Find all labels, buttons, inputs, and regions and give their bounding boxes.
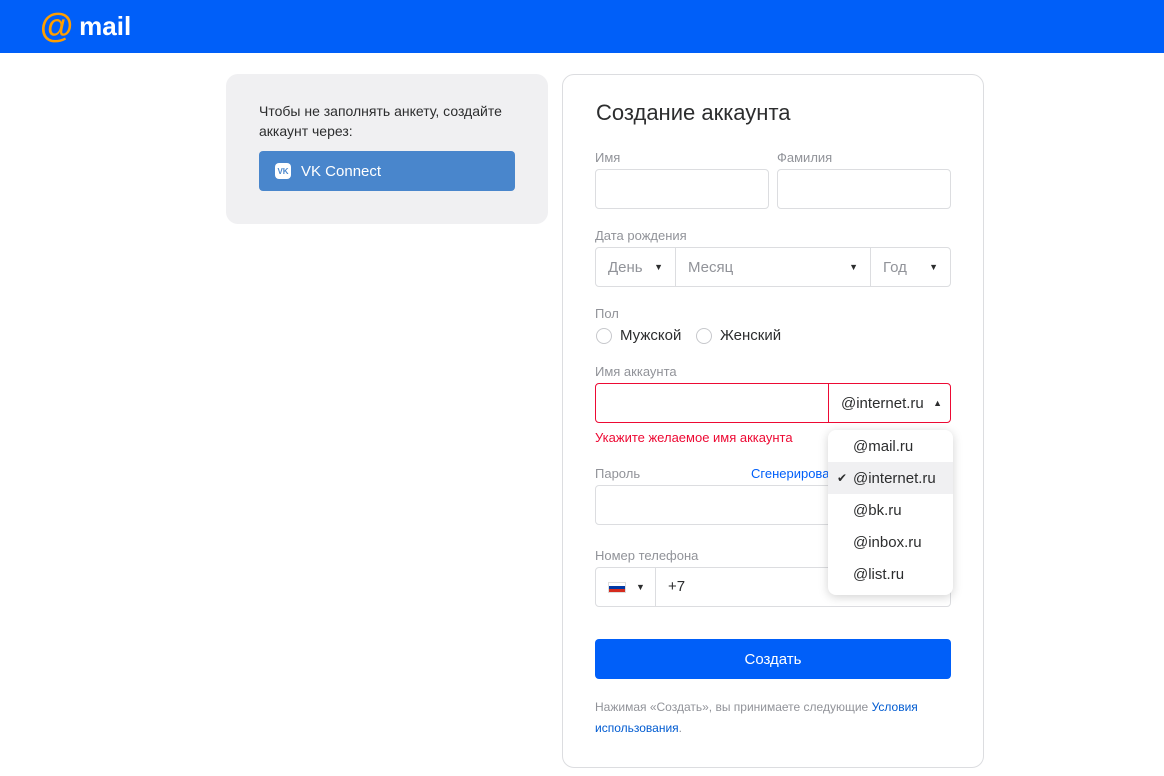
option-label: @mail.ru bbox=[853, 437, 914, 455]
caret-down-icon: ▼ bbox=[654, 262, 663, 272]
logo-at: @ bbox=[40, 7, 74, 45]
mail-logo[interactable]: @ mail bbox=[40, 9, 131, 43]
caret-down-icon: ▼ bbox=[636, 582, 645, 592]
day-select[interactable]: День ▼ bbox=[595, 247, 676, 287]
year-value: Год bbox=[883, 258, 907, 276]
account-error: Укажите желаемое имя аккаунта bbox=[595, 430, 793, 445]
month-value: Месяц bbox=[688, 258, 734, 276]
gender-male-radio[interactable]: Мужской bbox=[596, 327, 681, 344]
header: @ mail bbox=[0, 0, 1164, 53]
domain-option-selected[interactable]: ✔ @internet.ru bbox=[828, 462, 953, 494]
caret-down-icon: ▼ bbox=[849, 262, 858, 272]
terms-end: . bbox=[678, 721, 682, 735]
country-select[interactable]: ▼ bbox=[596, 568, 656, 606]
domain-option[interactable]: @list.ru bbox=[828, 558, 953, 590]
vk-connect-label: VK Connect bbox=[301, 162, 382, 180]
account-name-input[interactable] bbox=[596, 384, 829, 422]
domain-value: @internet.ru bbox=[841, 394, 924, 412]
caret-down-icon: ▼ bbox=[929, 262, 938, 272]
gender-label: Пол bbox=[595, 306, 619, 321]
last-name-input[interactable] bbox=[777, 169, 951, 209]
terms-prefix: Нажимая «Создать», вы принимаете следующ… bbox=[595, 700, 872, 714]
logo-text: mail bbox=[79, 10, 132, 41]
vk-connect-button[interactable]: VK VK Connect bbox=[259, 151, 515, 191]
last-name-label: Фамилия bbox=[777, 150, 833, 165]
first-name-label: Имя bbox=[595, 150, 621, 165]
social-signup-text: Чтобы не заполнять анкету, создайте акка… bbox=[259, 103, 502, 139]
check-icon: ✔ bbox=[837, 471, 848, 485]
domain-option[interactable]: @bk.ru bbox=[828, 494, 953, 526]
account-name-field: @internet.ru ▲ bbox=[595, 383, 951, 423]
generate-password-link[interactable]: Сгенерирова bbox=[751, 466, 829, 481]
vk-icon: VK bbox=[275, 163, 291, 179]
social-signup-card: Чтобы не заполнять анкету, создайте акка… bbox=[226, 74, 548, 224]
domain-option[interactable]: @inbox.ru bbox=[828, 526, 953, 558]
phone-label: Номер телефона bbox=[595, 548, 699, 563]
domain-option[interactable]: @mail.ru bbox=[828, 430, 953, 462]
option-label: @inbox.ru bbox=[853, 533, 922, 551]
page-title: Создание аккаунта bbox=[596, 100, 791, 125]
male-label: Мужской bbox=[620, 327, 682, 344]
terms-text: Нажимая «Создать», вы принимаете следующ… bbox=[595, 697, 955, 739]
russia-flag-icon bbox=[608, 581, 626, 593]
year-select[interactable]: Год ▼ bbox=[870, 247, 951, 287]
radio-icon bbox=[596, 327, 612, 344]
female-label: Женский bbox=[720, 327, 782, 344]
radio-icon bbox=[696, 327, 712, 344]
option-label: @list.ru bbox=[853, 565, 905, 583]
gender-female-radio[interactable]: Женский bbox=[696, 327, 781, 344]
birth-date-label: Дата рождения bbox=[595, 228, 687, 243]
domain-select[interactable]: @internet.ru ▲ bbox=[828, 384, 950, 422]
caret-up-icon: ▲ bbox=[933, 398, 942, 408]
create-button[interactable]: Создать bbox=[595, 639, 951, 679]
first-name-input[interactable] bbox=[595, 169, 769, 209]
month-select[interactable]: Месяц ▼ bbox=[675, 247, 871, 287]
option-label: @bk.ru bbox=[853, 501, 902, 519]
option-label: @internet.ru bbox=[853, 469, 936, 487]
account-name-label: Имя аккаунта bbox=[595, 364, 677, 379]
phone-input[interactable]: +7 bbox=[668, 578, 685, 595]
password-label: Пароль bbox=[595, 466, 641, 481]
day-value: День bbox=[608, 258, 643, 276]
domain-dropdown: @mail.ru ✔ @internet.ru @bk.ru @inbox.ru … bbox=[828, 430, 953, 595]
